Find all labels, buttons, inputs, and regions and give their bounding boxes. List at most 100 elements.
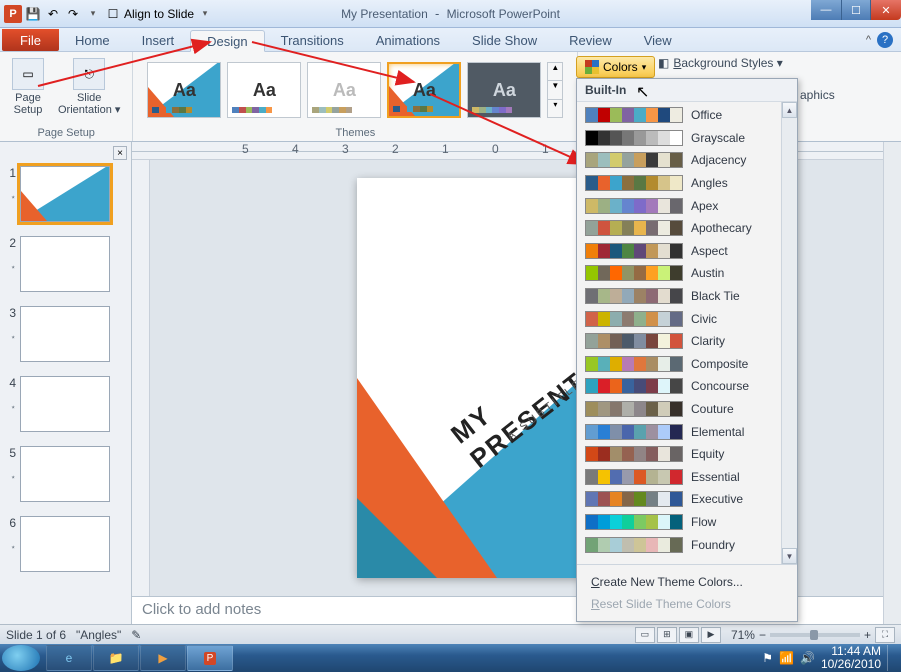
- swatch-icon: [585, 333, 683, 349]
- system-tray: ⚑ 📶 🔊 11:44 AM 10/26/2010: [762, 645, 899, 671]
- taskbar-wmp-icon[interactable]: ▶: [140, 645, 186, 671]
- minimize-button[interactable]: —: [811, 0, 841, 20]
- slide-thumb-3[interactable]: [20, 306, 110, 362]
- color-scheme-angles[interactable]: Angles: [577, 172, 797, 195]
- zoom-in-icon[interactable]: +: [864, 628, 871, 642]
- reading-view-icon[interactable]: ▣: [679, 627, 699, 643]
- taskbar-explorer-icon[interactable]: 📁: [93, 645, 139, 671]
- redo-icon[interactable]: ↷: [64, 5, 82, 23]
- taskbar-powerpoint-icon[interactable]: P: [187, 645, 233, 671]
- tab-slideshow[interactable]: Slide Show: [456, 29, 553, 51]
- zoom-out-icon[interactable]: −: [759, 628, 766, 642]
- color-scheme-office[interactable]: Office: [577, 104, 797, 127]
- color-scheme-adjacency[interactable]: Adjacency: [577, 149, 797, 172]
- theme-thumb-5[interactable]: Aa: [467, 62, 541, 118]
- tab-review[interactable]: Review: [553, 29, 628, 51]
- scroll-down-icon[interactable]: ▼: [782, 548, 797, 564]
- theme-gallery: Aa Aa Aa Aa Aa ▲ ▼: [141, 56, 569, 118]
- swatch-icon: [585, 491, 683, 507]
- color-scheme-black-tie[interactable]: Black Tie: [577, 285, 797, 308]
- tray-volume-icon[interactable]: 🔊: [800, 651, 815, 665]
- tab-animations[interactable]: Animations: [360, 29, 456, 51]
- slide-orientation-button[interactable]: ⎋ SlideOrientation ▾: [54, 56, 124, 118]
- swatch-icon: [585, 514, 683, 530]
- theme-thumb-3[interactable]: Aa: [307, 62, 381, 118]
- color-scheme-grayscale[interactable]: Grayscale: [577, 127, 797, 150]
- color-scheme-flow[interactable]: Flow: [577, 511, 797, 534]
- zoom-level[interactable]: 71%: [731, 628, 755, 642]
- color-scheme-composite[interactable]: Composite: [577, 353, 797, 376]
- tray-network-icon[interactable]: 📶: [779, 651, 794, 665]
- scheme-label: Apothecary: [691, 221, 752, 235]
- tab-design[interactable]: Design: [190, 30, 264, 52]
- spellcheck-icon[interactable]: ✎: [131, 628, 141, 642]
- background-styles-button[interactable]: ◧ Background Styles ▾: [658, 56, 783, 70]
- maximize-button[interactable]: ☐: [841, 0, 871, 20]
- swatch-icon: [585, 288, 683, 304]
- start-button[interactable]: [2, 645, 40, 671]
- color-scheme-elemental[interactable]: Elemental: [577, 420, 797, 443]
- scheme-label: Apex: [691, 199, 718, 213]
- slide-thumb-5[interactable]: [20, 446, 110, 502]
- slide-thumb-6[interactable]: [20, 516, 110, 572]
- show-desktop-button[interactable]: [887, 645, 895, 671]
- tab-home[interactable]: Home: [59, 29, 126, 51]
- normal-view-icon[interactable]: ▭: [635, 627, 655, 643]
- theme-thumb-2[interactable]: Aa: [227, 62, 301, 118]
- tray-flag-icon[interactable]: ⚑: [762, 651, 773, 665]
- page-setup-button[interactable]: ▭ Page Setup: [8, 56, 48, 118]
- close-button[interactable]: ✕: [871, 0, 901, 20]
- color-scheme-apex[interactable]: Apex: [577, 194, 797, 217]
- align-checkbox[interactable]: ☐: [104, 5, 122, 23]
- color-scheme-clarity[interactable]: Clarity: [577, 330, 797, 353]
- save-icon[interactable]: 💾: [24, 5, 42, 23]
- undo-icon[interactable]: ↶: [44, 5, 62, 23]
- animation-indicator-icon: ⋆: [10, 192, 16, 203]
- scheme-label: Flow: [691, 515, 716, 529]
- scroll-up-icon[interactable]: ▲: [782, 102, 797, 118]
- scheme-label: Essential: [691, 470, 740, 484]
- tab-view[interactable]: View: [628, 29, 688, 51]
- sorter-view-icon[interactable]: ⊞: [657, 627, 677, 643]
- qat-more-icon[interactable]: ▾: [84, 5, 102, 23]
- color-scheme-apothecary[interactable]: Apothecary: [577, 217, 797, 240]
- tab-insert[interactable]: Insert: [126, 29, 191, 51]
- color-scheme-foundry[interactable]: Foundry: [577, 533, 797, 556]
- color-scheme-austin[interactable]: Austin: [577, 262, 797, 285]
- panel-close-icon[interactable]: ×: [113, 146, 127, 160]
- tray-clock[interactable]: 11:44 AM 10/26/2010: [821, 645, 881, 671]
- slide-thumb-1[interactable]: [20, 166, 110, 222]
- slideshow-view-icon[interactable]: ▶: [701, 627, 721, 643]
- ribbon-expand-icon[interactable]: ^: [866, 34, 871, 46]
- colors-button[interactable]: Colors ▾: [576, 56, 655, 78]
- vertical-scrollbar[interactable]: [883, 142, 901, 624]
- color-scheme-couture[interactable]: Couture: [577, 398, 797, 421]
- color-scheme-equity[interactable]: Equity: [577, 443, 797, 466]
- gallery-up-icon[interactable]: ▲: [548, 63, 562, 81]
- powerpoint-icon[interactable]: P: [4, 5, 22, 23]
- gallery-more-icon[interactable]: ▾: [548, 100, 562, 117]
- color-scheme-civic[interactable]: Civic: [577, 307, 797, 330]
- color-scheme-concourse[interactable]: Concourse: [577, 375, 797, 398]
- colors-swatch-icon: [585, 60, 599, 74]
- align-dropdown-icon[interactable]: ▾: [196, 5, 214, 23]
- slide-thumb-2[interactable]: [20, 236, 110, 292]
- scheme-label: Civic: [691, 312, 717, 326]
- zoom-slider[interactable]: [770, 633, 860, 637]
- color-scheme-executive[interactable]: Executive: [577, 488, 797, 511]
- theme-thumb-1[interactable]: Aa: [147, 62, 221, 118]
- dropdown-scrollbar[interactable]: ▲ ▼: [781, 102, 797, 564]
- tab-transitions[interactable]: Transitions: [265, 29, 360, 51]
- help-icon[interactable]: ?: [877, 32, 893, 48]
- slide-thumb-4[interactable]: [20, 376, 110, 432]
- theme-thumb-4[interactable]: Aa: [387, 62, 461, 118]
- taskbar-ie-icon[interactable]: e: [46, 645, 92, 671]
- fit-window-icon[interactable]: ⛶: [875, 627, 895, 643]
- gallery-down-icon[interactable]: ▼: [548, 81, 562, 99]
- color-scheme-aspect[interactable]: Aspect: [577, 240, 797, 263]
- color-scheme-essential[interactable]: Essential: [577, 466, 797, 489]
- scheme-label: Composite: [691, 357, 748, 371]
- create-new-colors[interactable]: Create New Theme Colors...: [591, 571, 783, 593]
- tab-file[interactable]: File: [2, 29, 59, 51]
- title-bar: P 💾 ↶ ↷ ▾ ☐ Align to Slide ▾ My Presenta…: [0, 0, 901, 28]
